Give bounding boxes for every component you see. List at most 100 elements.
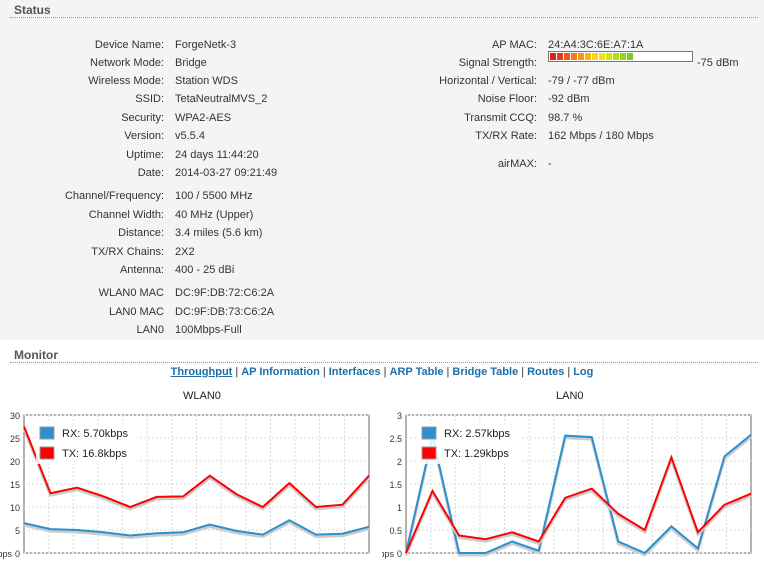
status-right-label-1: Signal Strength: — [458, 57, 537, 69]
y-tick-label: 1.5 — [389, 480, 402, 490]
legend-swatch-rx — [421, 426, 437, 440]
tab-bridge-table[interactable]: Bridge Table — [452, 366, 518, 378]
status-left-value-1: Bridge — [175, 57, 207, 69]
monitor-divider — [10, 362, 758, 363]
status-left-label-0: Device Name: — [94, 39, 164, 51]
signal-segment — [550, 53, 556, 60]
status-left-label-10: Distance: — [118, 227, 164, 239]
status-left-label-15: LAN0 — [136, 324, 164, 336]
legend-label-rx: RX: 2.57kbps — [444, 428, 511, 440]
status-left-value-5: v5.5.4 — [175, 130, 205, 142]
status-left-value-11: 2X2 — [175, 246, 195, 258]
signal-segment — [641, 53, 647, 60]
lan0-throughput-chart: 3 2.5 2 1.5 1 0.5 kbps0 RX: 2.57kbps TX: 1.29kbp… — [382, 411, 752, 559]
signal-segment — [564, 53, 570, 60]
signal-segment — [578, 53, 584, 60]
status-left-label-4: Security: — [121, 112, 164, 124]
signal-segment — [627, 53, 633, 60]
monitor-title: Monitor — [14, 348, 58, 362]
status-left-label-14: LAN0 MAC — [108, 306, 164, 318]
y-tick-label: 0.5 — [389, 526, 402, 536]
tab-separator: | — [446, 366, 450, 378]
y-tick-label: 25 — [10, 434, 20, 444]
status-right-value-0: 24:A4:3C:6E:A7:1A — [548, 39, 644, 51]
y-tick-label: 15 — [10, 480, 20, 490]
status-right-label-3: Noise Floor: — [477, 93, 537, 105]
y-tick-label: 10 — [10, 503, 20, 513]
status-right-label-2: Horizontal / Vertical: — [439, 75, 537, 87]
status-right-value-5: 162 Mbps / 180 Mbps — [548, 130, 654, 142]
wlan0-throughput-chart: 30 25 20 15 10 5 kbps0 RX: 5.70kbps TX: 16.8kbps — [0, 411, 371, 559]
status-left-value-0: ForgeNetk-3 — [175, 39, 237, 51]
y-axis-unit-label: kbps0 — [0, 549, 20, 559]
status-left-value-2: Station WDS — [175, 75, 238, 87]
legend-swatch-rx — [39, 426, 55, 440]
status-left-label-1: Network Mode: — [90, 57, 164, 69]
legend-swatch-tx — [421, 446, 437, 460]
tab-ap-information[interactable]: AP Information — [241, 366, 320, 378]
status-left-value-8: 100 / 5500 MHz — [175, 190, 253, 202]
status-left-label-9: Channel Width: — [88, 209, 164, 221]
status-right-value-3: -92 dBm — [548, 93, 590, 105]
tab-separator: | — [521, 366, 525, 378]
tab-routes[interactable]: Routes — [527, 366, 564, 378]
status-left-value-14: DC:9F:DB:73:C6:2A — [175, 306, 275, 318]
tab-separator: | — [567, 366, 571, 378]
signal-segment — [634, 53, 640, 60]
legend-label-rx: RX: 5.70kbps — [62, 428, 129, 440]
status-left-label-13: WLAN0 MAC — [98, 287, 164, 299]
signal-segment — [620, 53, 626, 60]
status-left-label-5: Version: — [124, 130, 164, 142]
status-left-value-3: TetaNeutralMVS_2 — [175, 93, 268, 105]
tab-log[interactable]: Log — [573, 366, 593, 378]
status-left-value-9: 40 MHz (Upper) — [175, 209, 254, 221]
lan0-chart-title: LAN0 — [556, 390, 584, 402]
status-left-label-2: Wireless Mode: — [88, 75, 164, 87]
tab-separator: | — [383, 366, 387, 378]
status-right-label-4: Transmit CCQ: — [464, 112, 537, 124]
signal-segment — [557, 53, 563, 60]
status-left-value-4: WPA2-AES — [175, 112, 232, 124]
y-axis-unit-label: kbps0 — [382, 549, 402, 559]
status-left-value-6: 24 days 11:44:20 — [175, 149, 259, 161]
y-tick-label: 2 — [397, 457, 402, 467]
status-right-value-6: - — [548, 158, 552, 170]
signal-segment — [648, 53, 654, 60]
signal-segment — [571, 53, 577, 60]
tab-arp-table[interactable]: ARP Table — [390, 366, 444, 378]
status-right-label-0: AP MAC: — [491, 39, 537, 51]
status-left-value-13: DC:9F:DB:72:C6:2A — [175, 287, 275, 299]
y-tick-label: 3 — [397, 411, 402, 421]
signal-segment — [662, 53, 668, 60]
tab-separator: | — [322, 366, 326, 378]
monitor-tabs: Throughput | AP Information | Interfaces | ARP… — [0, 366, 764, 378]
y-tick-label: 1 — [397, 503, 402, 513]
y-tick-label: 2.5 — [389, 434, 402, 444]
y-tick-label: 30 — [10, 411, 20, 421]
status-left-label-12: Antenna: — [119, 264, 164, 276]
signal-segment — [613, 53, 619, 60]
signal-segment — [585, 53, 591, 60]
signal-strength-meter — [548, 51, 693, 62]
status-left-label-8: Channel/Frequency: — [64, 190, 164, 202]
legend-label-tx: TX: 16.8kbps — [62, 448, 127, 460]
signal-segment — [655, 53, 661, 60]
signal-segment — [606, 53, 612, 60]
tab-throughput[interactable]: Throughput — [171, 366, 233, 378]
tab-interfaces[interactable]: Interfaces — [329, 366, 381, 378]
status-left-value-15: 100Mbps-Full — [175, 324, 242, 336]
signal-segment — [592, 53, 598, 60]
status-left-label-3: SSID: — [135, 93, 164, 105]
legend-label-tx: TX: 1.29kbps — [444, 448, 509, 460]
tab-separator: | — [235, 366, 239, 378]
legend-swatch-tx — [39, 446, 55, 460]
status-divider — [10, 17, 758, 18]
status-title: Status — [14, 3, 51, 17]
y-tick-label: 20 — [10, 457, 20, 467]
wlan0-chart-title: WLAN0 — [183, 390, 221, 402]
y-tick-label: 5 — [15, 526, 20, 536]
signal-segment — [599, 53, 605, 60]
chart-legend: RX: 2.57kbps TX: 1.29kbps — [418, 422, 520, 464]
status-left-value-7: 2014-03-27 09:21:49 — [175, 167, 278, 179]
chart-legend: RX: 5.70kbps TX: 16.8kbps — [36, 422, 138, 464]
